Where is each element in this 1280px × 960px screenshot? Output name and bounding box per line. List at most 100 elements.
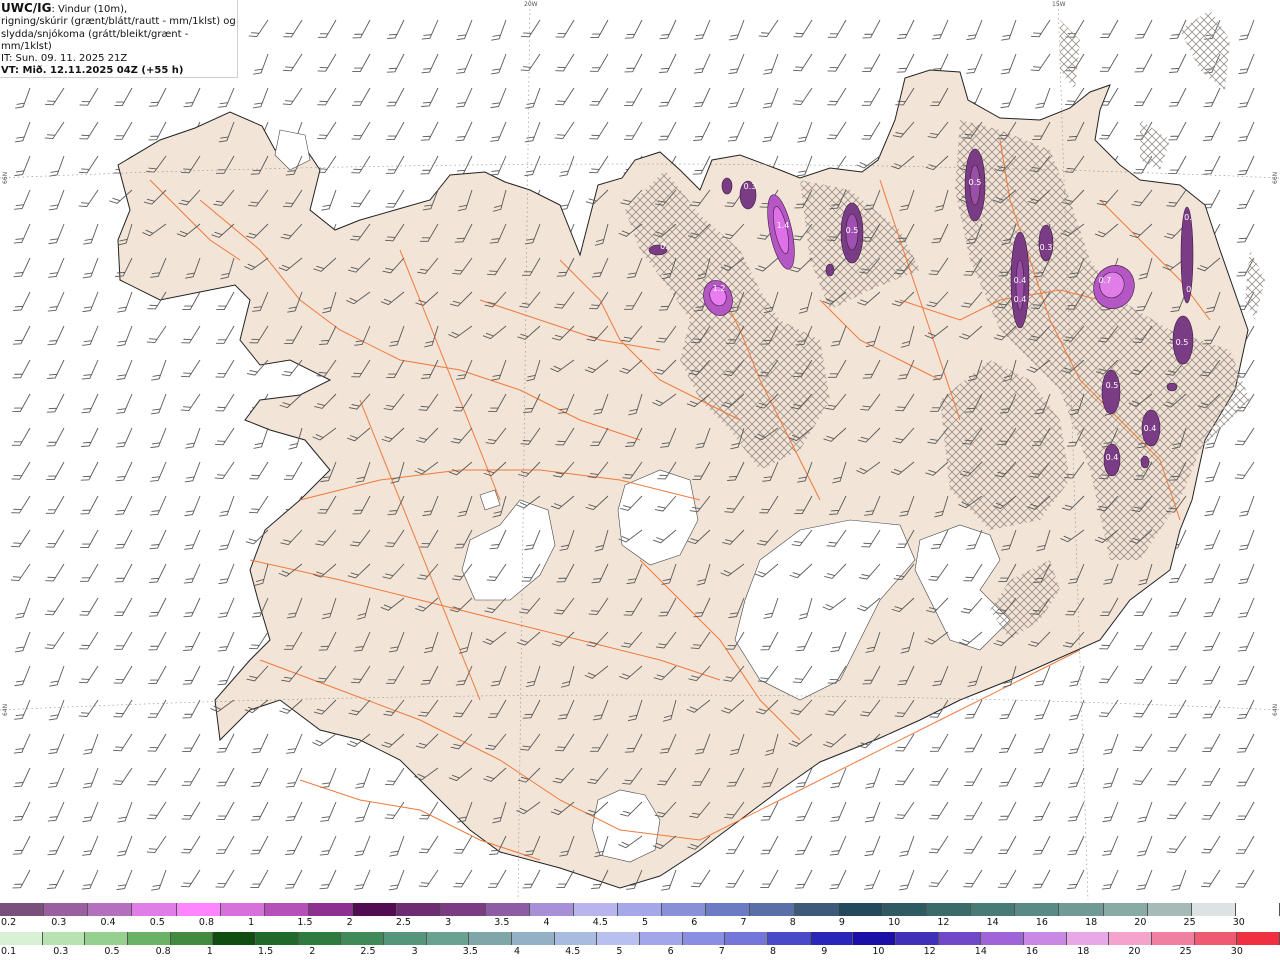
legend-swatch — [554, 932, 598, 945]
title-line-2: rigning/skúrir (grænt/blátt/rautt - mm/1… — [1, 16, 236, 28]
precip-label: 0.7 — [1099, 276, 1112, 285]
legend-swatch — [469, 932, 513, 945]
legend-swatch — [838, 903, 883, 916]
legend-swatch — [926, 903, 972, 916]
legend-swatch — [896, 932, 939, 945]
legend-swatch — [597, 932, 641, 945]
precip-label: 0.3 — [744, 182, 757, 191]
legend-tick-label: 8 — [770, 946, 777, 957]
legend-swatch — [971, 903, 1016, 916]
legend-swatch — [1109, 932, 1153, 945]
legend-swatch — [256, 932, 299, 945]
legend-swatch — [882, 903, 927, 916]
legend-tick-label: 6 — [667, 946, 674, 957]
legend-swatch — [1015, 903, 1060, 916]
legend-swatch — [341, 932, 385, 945]
legend-swatch — [938, 932, 982, 945]
valid-time: VT: Mið. 12.11.2025 04Z (+55 h) — [1, 65, 184, 77]
legend-tick-label: 30 — [1230, 946, 1243, 957]
legend-swatch — [441, 903, 486, 916]
legend-tick-label: 2 — [309, 946, 316, 957]
title-line-3: slydda/snjókoma (grátt/bleikt/grænt - mm… — [1, 28, 189, 52]
legend-tick-label: 14 — [986, 917, 999, 928]
legend-tick-label: 9 — [838, 917, 845, 928]
legend-tick-label: 8 — [789, 917, 796, 928]
legend-tick-label: 0.3 — [53, 946, 69, 957]
legend-tick-label: 0.5 — [104, 946, 120, 957]
precip-label: 0.3 — [1040, 243, 1053, 252]
legend-swatch — [682, 932, 726, 945]
legend-swatch — [981, 932, 1025, 945]
legend-swatch — [170, 932, 214, 945]
legend-tick-label: 3.5 — [462, 946, 478, 957]
lon-label-15w: 15W — [1052, 1, 1066, 8]
legend-swatch — [176, 903, 221, 916]
legend-swatch — [220, 903, 265, 916]
legend-tick-label: 0.8 — [198, 917, 215, 928]
legend-tick-label: 1 — [206, 946, 213, 957]
map-title-box: UWC/IG: Vindur (10m), rigning/skúrir (gr… — [0, 0, 238, 78]
legend-swatch — [768, 932, 811, 945]
legend-tick-label: 4 — [543, 917, 550, 928]
precip-label: 0.5 — [969, 178, 982, 187]
legend-tick-label: 0.8 — [155, 946, 171, 957]
legend-swatch — [128, 932, 171, 945]
legend-tick-label: 5 — [616, 946, 623, 957]
legend-tick-label: 1.5 — [297, 917, 313, 928]
precip-label: 0.5 — [1106, 381, 1119, 390]
legend-tick-label: 18 — [1085, 917, 1098, 928]
legend-swatch — [132, 903, 177, 916]
lat-label-right-64n: 64N — [1272, 703, 1279, 716]
legend-swatch — [529, 903, 574, 916]
legend-swatch — [640, 932, 683, 945]
legend-swatch — [1147, 903, 1192, 916]
legend-tick-label: 2.5 — [360, 946, 376, 957]
legend-tick-label: 2 — [346, 917, 353, 928]
legend-swatch — [706, 903, 751, 916]
legend-swatch — [485, 903, 530, 916]
legend-swatch — [42, 932, 86, 945]
legend-tick-label: 9 — [821, 946, 828, 957]
legend-swatch — [725, 932, 769, 945]
legend-swatch — [573, 903, 618, 916]
legend-swatch — [1059, 903, 1104, 916]
legend-tick-label: 16 — [1026, 946, 1039, 957]
legend-tick-label: 0.1 — [1, 946, 17, 957]
legend-swatch — [308, 903, 354, 916]
model-name: UWC/IG — [1, 1, 52, 15]
legend-swatch — [1191, 903, 1236, 916]
legend-swatch — [1103, 903, 1148, 916]
legend-swatch — [853, 932, 897, 945]
lat-label-left-64n: 64N — [2, 703, 9, 716]
legend-tick-label: 18 — [1077, 946, 1090, 957]
legend-tick-label: 20 — [1128, 946, 1141, 957]
precip-label: 0. — [660, 242, 668, 251]
legend-swatch — [750, 903, 795, 916]
precip-label: 0.4 — [1014, 276, 1027, 285]
legend-tick-label: 25 — [1179, 946, 1192, 957]
legend-tick-label: 10 — [872, 946, 885, 957]
legend-swatch — [397, 903, 442, 916]
legend-tick-label: 3 — [411, 946, 418, 957]
legend-tick-label: 0.4 — [100, 917, 116, 928]
legend-swatch — [213, 932, 257, 945]
precip-label: 0.4 — [1144, 424, 1157, 433]
legend-tick-label: 4.5 — [592, 917, 608, 928]
snow-color-legend — [0, 903, 1280, 916]
lat-label-left-66n: 66N — [2, 171, 9, 184]
legend-swatch — [1152, 932, 1195, 945]
precip-label: 0.5 — [1176, 338, 1189, 347]
legend-tick-label: 1 — [248, 917, 255, 928]
legend-tick-label: 25 — [1183, 917, 1196, 928]
legend-swatch — [0, 903, 45, 916]
forecast-map: 0.5 1.4 0.3 1.2 0. 0.5 0.3 0.4 0.4 0.7 0.5 0.5 0.4 0.… — [0, 0, 1280, 901]
rain-color-legend — [0, 932, 1280, 945]
legend-swatch — [1235, 903, 1280, 916]
legend-swatch — [85, 932, 129, 945]
legend-tick-label: 1.5 — [258, 946, 274, 957]
legend-tick-label: 7 — [718, 946, 725, 957]
lon-label-20w: 20W — [524, 1, 538, 8]
legend-swatch — [1024, 932, 1067, 945]
legend-tick-label: 4 — [514, 946, 521, 957]
legend-swatch — [794, 903, 839, 916]
